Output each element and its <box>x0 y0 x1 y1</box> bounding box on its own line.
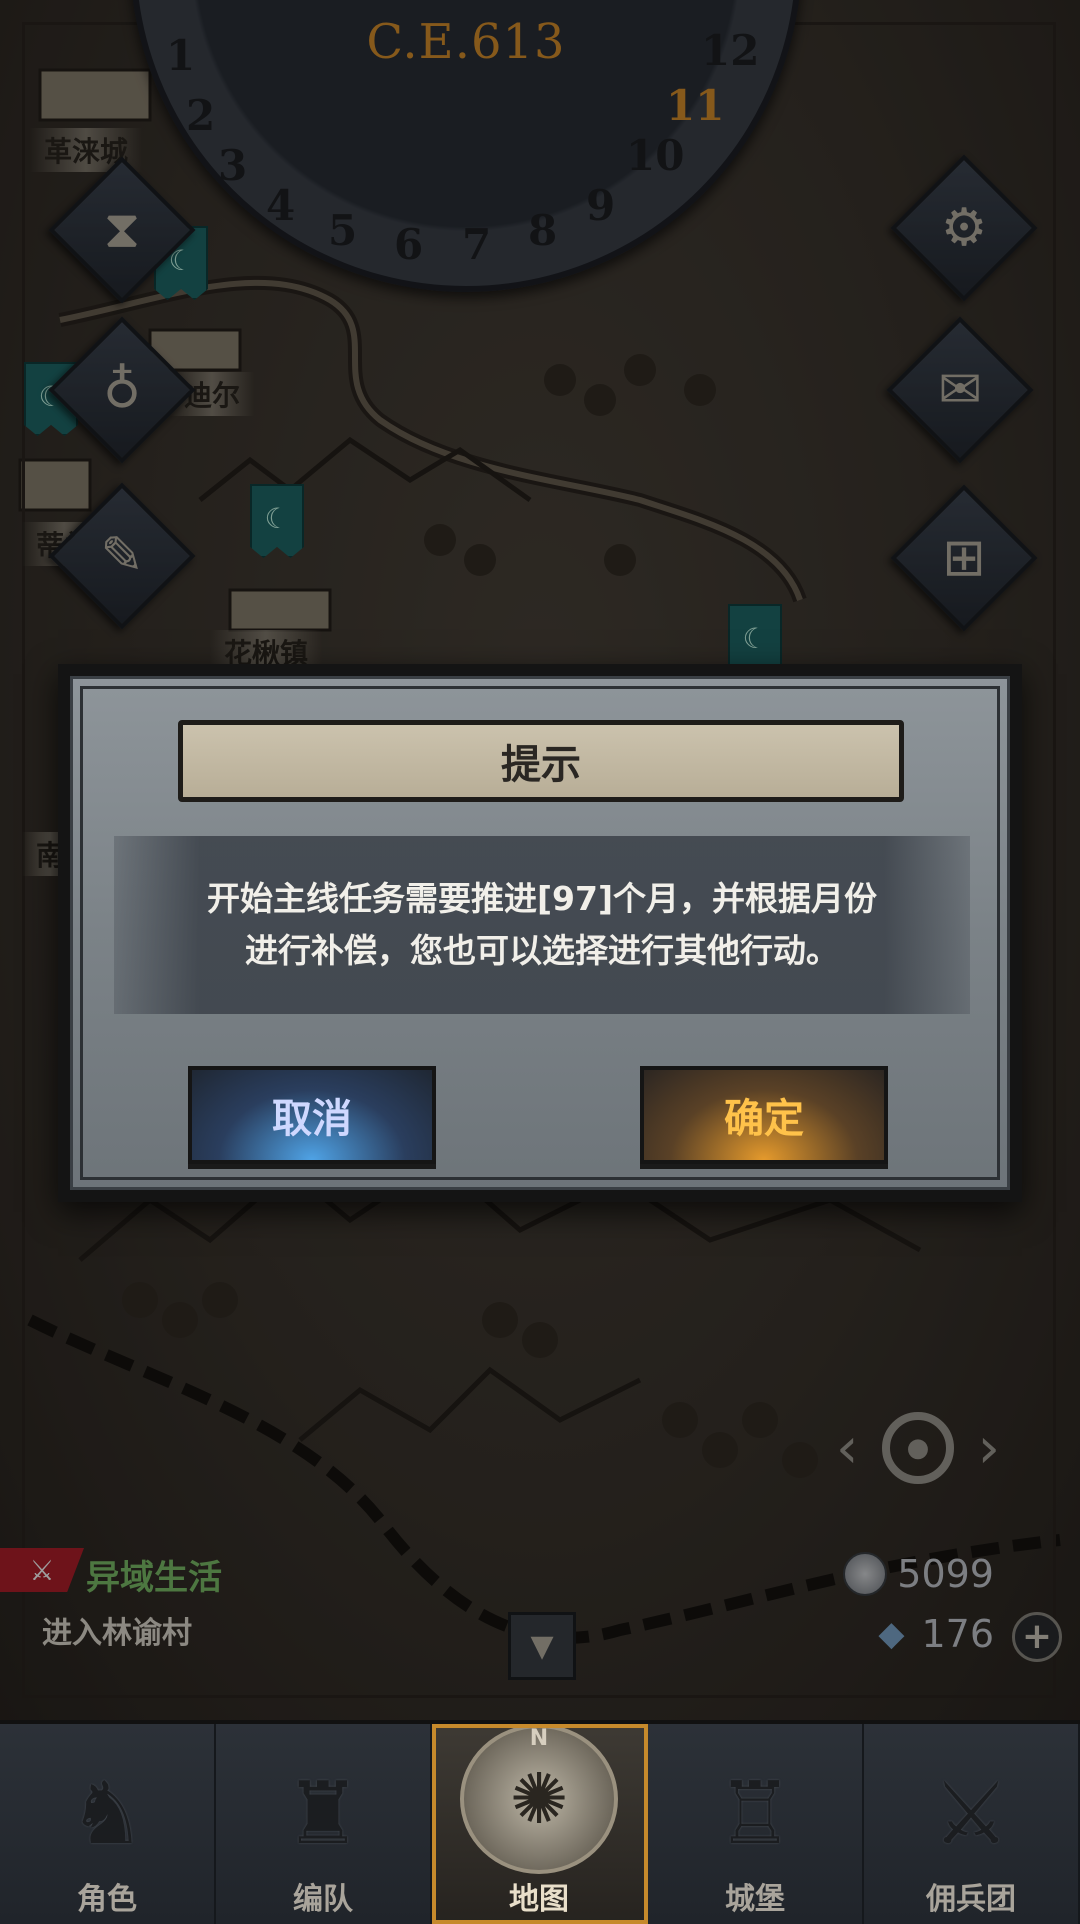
cancel-button[interactable]: 取消 <box>188 1066 436 1164</box>
confirm-dialog: 提示 开始主线任务需要推进[97]个月，并根据月份 进行补偿，您也可以选择进行其… <box>58 664 1022 1202</box>
dialog-message-box: 开始主线任务需要推进[97]个月，并根据月份 进行补偿，您也可以选择进行其他行动… <box>114 836 970 1014</box>
tab-label: 城堡 <box>725 1882 785 1917</box>
compass-north-label: N <box>529 1726 549 1751</box>
dialog-title-bar: 提示 <box>178 720 904 802</box>
bottom-nav: ♞ 角色 ♜ 编队 N ✺ 地图 ♖ 城堡 ⚔ 佣兵团 <box>0 1720 1080 1924</box>
castle-icon: ♖ <box>716 1764 794 1864</box>
tab-map[interactable]: N ✺ 地图 <box>432 1724 648 1924</box>
tab-character[interactable]: ♞ 角色 <box>0 1724 216 1924</box>
tab-formation[interactable]: ♜ 编队 <box>216 1724 432 1924</box>
knight-icon: ♞ <box>68 1764 146 1864</box>
tab-mercenary[interactable]: ⚔ 佣兵团 <box>864 1724 1080 1924</box>
tab-castle[interactable]: ♖ 城堡 <box>648 1724 864 1924</box>
tab-label: 佣兵团 <box>926 1882 1016 1917</box>
dialog-message: 开始主线任务需要推进[97]个月，并根据月份 进行补偿，您也可以选择进行其他行动… <box>207 873 877 977</box>
tab-label: 编队 <box>293 1882 353 1917</box>
dialog-message-line: 开始主线任务需要推进[97]个月，并根据月份 <box>206 879 878 918</box>
confirm-button[interactable]: 确定 <box>640 1066 888 1164</box>
tab-label: 地图 <box>509 1882 569 1917</box>
mercenary-icon: ⚔ <box>932 1764 1010 1864</box>
tab-label: 角色 <box>77 1882 137 1917</box>
dialog-message-line: 进行补偿，您也可以选择进行其他行动。 <box>245 931 839 970</box>
helmet-icon: ♜ <box>284 1764 362 1864</box>
dialog-title: 提示 <box>501 742 581 788</box>
